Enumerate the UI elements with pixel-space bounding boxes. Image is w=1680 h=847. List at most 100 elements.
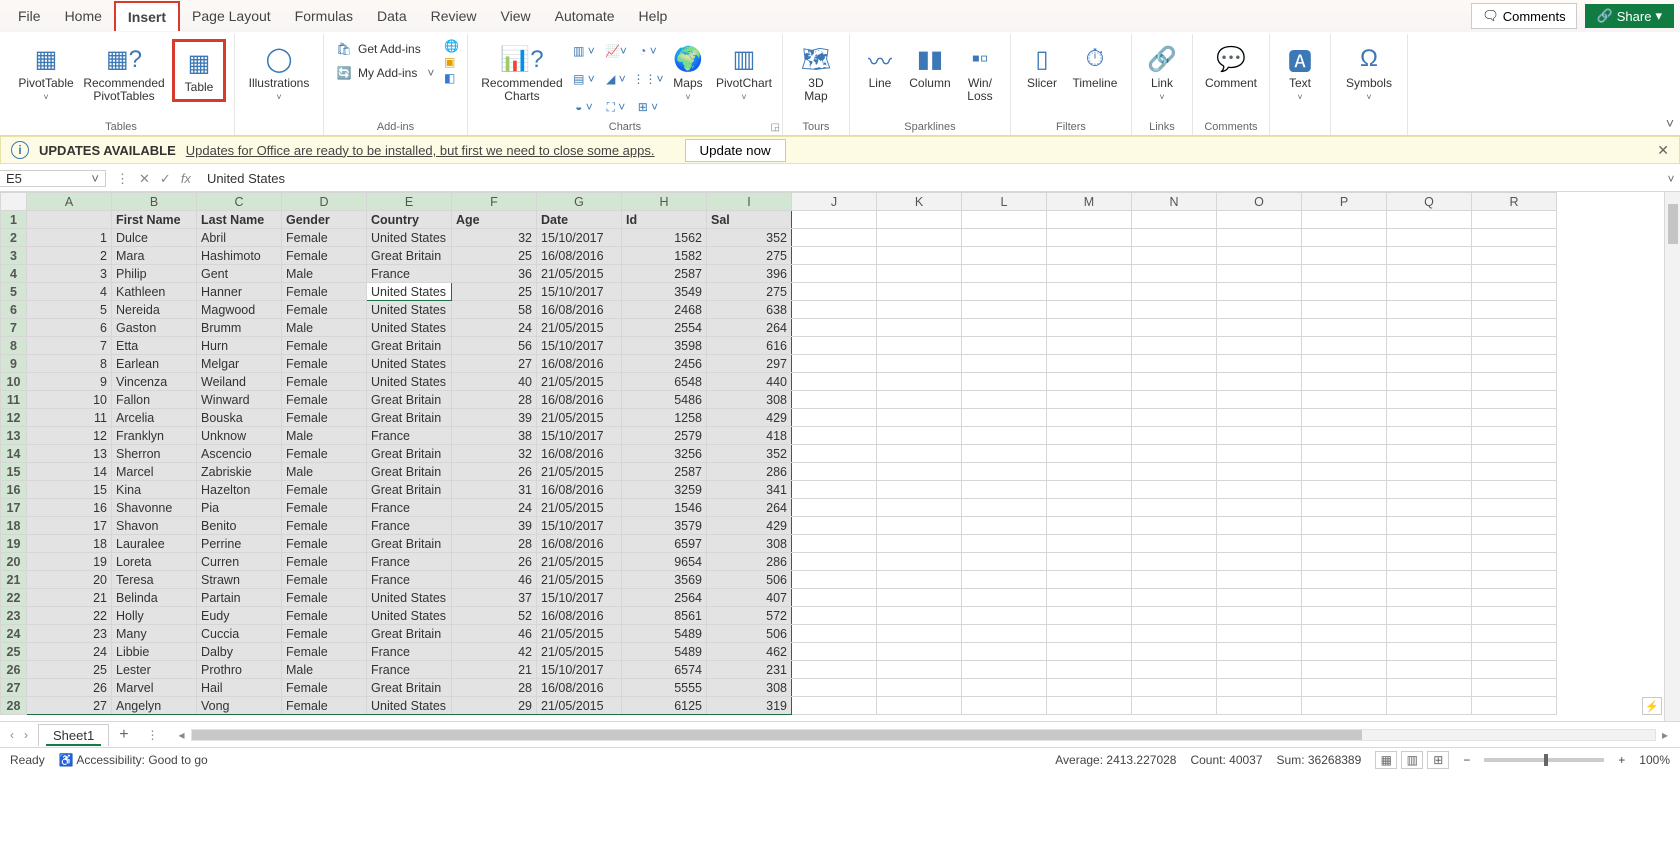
cell[interactable]: Philip bbox=[112, 265, 197, 283]
cell[interactable]: Hurn bbox=[197, 337, 282, 355]
cell[interactable]: Country bbox=[367, 211, 452, 229]
cell[interactable] bbox=[1217, 625, 1302, 643]
cell[interactable]: Great Britain bbox=[367, 247, 452, 265]
cell[interactable]: 2468 bbox=[622, 301, 707, 319]
cell[interactable] bbox=[792, 301, 877, 319]
cell[interactable] bbox=[1387, 409, 1472, 427]
bar-chart-icon[interactable]: ▤ ˅ bbox=[570, 67, 598, 91]
cell[interactable] bbox=[1047, 391, 1132, 409]
tab-home[interactable]: Home bbox=[53, 2, 114, 30]
cell[interactable]: 15/10/2017 bbox=[537, 427, 622, 445]
cell[interactable] bbox=[1387, 481, 1472, 499]
cell[interactable] bbox=[877, 625, 962, 643]
cell[interactable]: 440 bbox=[707, 373, 792, 391]
cell[interactable] bbox=[877, 517, 962, 535]
cell[interactable]: Female bbox=[282, 571, 367, 589]
cell[interactable] bbox=[877, 445, 962, 463]
column-header[interactable]: R bbox=[1472, 193, 1557, 211]
pie-chart-icon[interactable]: ◔ ˅ bbox=[634, 39, 662, 63]
cell[interactable]: Female bbox=[282, 607, 367, 625]
page-layout-view-button[interactable]: ▥ bbox=[1401, 751, 1423, 769]
cell[interactable]: 407 bbox=[707, 589, 792, 607]
cell[interactable] bbox=[962, 337, 1047, 355]
cell[interactable] bbox=[1302, 265, 1387, 283]
cell[interactable] bbox=[877, 499, 962, 517]
cell[interactable] bbox=[877, 409, 962, 427]
cell[interactable] bbox=[962, 607, 1047, 625]
cell[interactable] bbox=[1302, 481, 1387, 499]
cell[interactable]: 24 bbox=[27, 643, 112, 661]
column-header[interactable]: E bbox=[367, 193, 452, 211]
cell[interactable] bbox=[1302, 499, 1387, 517]
column-header[interactable]: I bbox=[707, 193, 792, 211]
cell[interactable] bbox=[962, 589, 1047, 607]
cell[interactable] bbox=[1132, 517, 1217, 535]
column-header[interactable]: M bbox=[1047, 193, 1132, 211]
cell[interactable] bbox=[1132, 481, 1217, 499]
cell[interactable] bbox=[792, 517, 877, 535]
cell[interactable] bbox=[792, 499, 877, 517]
column-header[interactable]: A bbox=[27, 193, 112, 211]
cell[interactable]: Earlean bbox=[112, 355, 197, 373]
cell[interactable]: Great Britain bbox=[367, 679, 452, 697]
cell[interactable]: Hashimoto bbox=[197, 247, 282, 265]
zoom-in-button[interactable]: + bbox=[1618, 753, 1625, 767]
cell[interactable]: Female bbox=[282, 679, 367, 697]
update-body[interactable]: Updates for Office are ready to be insta… bbox=[186, 143, 655, 158]
cell[interactable]: Arcelia bbox=[112, 409, 197, 427]
cell[interactable]: 264 bbox=[707, 319, 792, 337]
cell[interactable] bbox=[1047, 661, 1132, 679]
cell[interactable] bbox=[1472, 427, 1557, 445]
vertical-scrollbar[interactable] bbox=[1664, 192, 1680, 721]
cell[interactable]: Winward bbox=[197, 391, 282, 409]
share-button[interactable]: 🔗 Share ▾ bbox=[1585, 4, 1674, 28]
tab-automate[interactable]: Automate bbox=[543, 2, 627, 30]
column-header[interactable]: L bbox=[962, 193, 1047, 211]
cell[interactable]: 297 bbox=[707, 355, 792, 373]
cell[interactable] bbox=[1132, 625, 1217, 643]
cell[interactable] bbox=[1217, 265, 1302, 283]
cell[interactable] bbox=[962, 427, 1047, 445]
area-chart-icon[interactable]: ◢ ˅ bbox=[602, 67, 630, 91]
symbols-button[interactable]: ΩSymbols˅ bbox=[1339, 39, 1399, 106]
cell[interactable]: Sherron bbox=[112, 445, 197, 463]
cell[interactable]: 4 bbox=[27, 283, 112, 301]
row-header[interactable]: 21 bbox=[1, 571, 27, 589]
cell[interactable]: 16/08/2016 bbox=[537, 445, 622, 463]
cell[interactable]: 275 bbox=[707, 247, 792, 265]
cell[interactable]: 18 bbox=[27, 535, 112, 553]
cell[interactable] bbox=[877, 643, 962, 661]
cell[interactable] bbox=[1472, 589, 1557, 607]
cell[interactable]: 21/05/2015 bbox=[537, 571, 622, 589]
cell[interactable]: 21/05/2015 bbox=[537, 463, 622, 481]
row-header[interactable]: 12 bbox=[1, 409, 27, 427]
cell[interactable] bbox=[1302, 301, 1387, 319]
cell[interactable]: 418 bbox=[707, 427, 792, 445]
cell[interactable] bbox=[1302, 589, 1387, 607]
cell[interactable]: United States bbox=[367, 697, 452, 715]
cell[interactable]: 572 bbox=[707, 607, 792, 625]
cell[interactable] bbox=[1472, 265, 1557, 283]
column-header[interactable]: J bbox=[792, 193, 877, 211]
cell[interactable]: 3549 bbox=[622, 283, 707, 301]
cell[interactable]: Shavon bbox=[112, 517, 197, 535]
cell[interactable]: 16 bbox=[27, 499, 112, 517]
cell[interactable] bbox=[1047, 517, 1132, 535]
column-header[interactable]: O bbox=[1217, 193, 1302, 211]
cell[interactable] bbox=[1047, 625, 1132, 643]
cell[interactable] bbox=[792, 247, 877, 265]
cell[interactable]: Bouska bbox=[197, 409, 282, 427]
cell[interactable]: 8561 bbox=[622, 607, 707, 625]
cell[interactable] bbox=[792, 553, 877, 571]
cell[interactable]: 21/05/2015 bbox=[537, 319, 622, 337]
cell[interactable]: Dulce bbox=[112, 229, 197, 247]
cell[interactable] bbox=[1472, 517, 1557, 535]
cell[interactable] bbox=[877, 355, 962, 373]
cell[interactable]: Vong bbox=[197, 697, 282, 715]
cell[interactable]: France bbox=[367, 265, 452, 283]
cell[interactable] bbox=[1132, 589, 1217, 607]
cell[interactable] bbox=[1387, 625, 1472, 643]
cell[interactable]: 38 bbox=[452, 427, 537, 445]
cell[interactable]: 40 bbox=[452, 373, 537, 391]
horizontal-scrollbar[interactable]: ◂ ▸ bbox=[167, 728, 1680, 742]
